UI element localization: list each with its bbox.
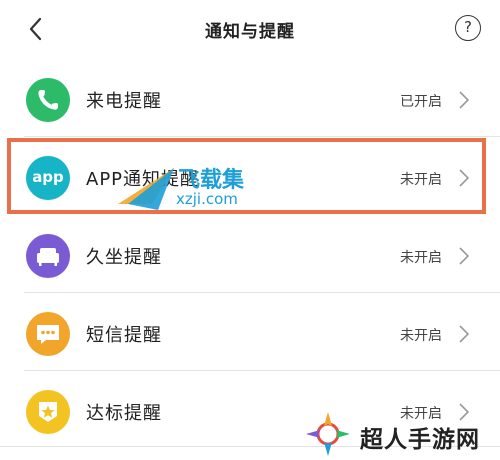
chaoren-logo-icon (306, 412, 350, 456)
row-divider (24, 292, 500, 293)
page-title: 通知与提醒 (205, 22, 295, 42)
feizai-logo-icon (118, 168, 174, 210)
row-divider (24, 136, 500, 137)
row-label: 短信提醒 (86, 325, 162, 346)
watermark-chaoren: 超人手游网 (302, 408, 500, 460)
status-text: 未开启 (400, 328, 442, 344)
row-divider (24, 370, 500, 371)
chevron-right-icon (459, 325, 470, 343)
phone-icon (26, 78, 70, 122)
sofa-icon (26, 234, 70, 278)
status-text: 已开启 (400, 94, 442, 110)
row-sedentary-reminder[interactable]: 久坐提醒 未开启 (0, 216, 500, 292)
watermark-feizai: 飞载集 xzji.com (118, 162, 268, 212)
notification-settings-screen: 通知与提醒 ? 来电提醒 已开启 app APP通知提醒 未开启 久坐提醒 未开… (0, 0, 500, 460)
row-label: 来电提醒 (86, 91, 162, 112)
row-call-reminder[interactable]: 来电提醒 已开启 (0, 60, 500, 136)
chevron-right-icon (459, 247, 470, 265)
row-label: 久坐提醒 (86, 247, 162, 268)
medal-icon (26, 390, 70, 434)
row-sms-reminder[interactable]: 短信提醒 未开启 (0, 294, 500, 370)
chevron-right-icon (459, 91, 470, 109)
header-bar: 通知与提醒 ? (0, 0, 500, 58)
row-label: 达标提醒 (86, 403, 162, 424)
watermark-feizai-url: xzji.com (176, 190, 238, 208)
watermark-chaoren-name: 超人手游网 (360, 427, 480, 453)
status-text: 未开启 (400, 250, 442, 266)
help-button[interactable]: ? (455, 15, 481, 41)
message-icon (26, 312, 70, 356)
